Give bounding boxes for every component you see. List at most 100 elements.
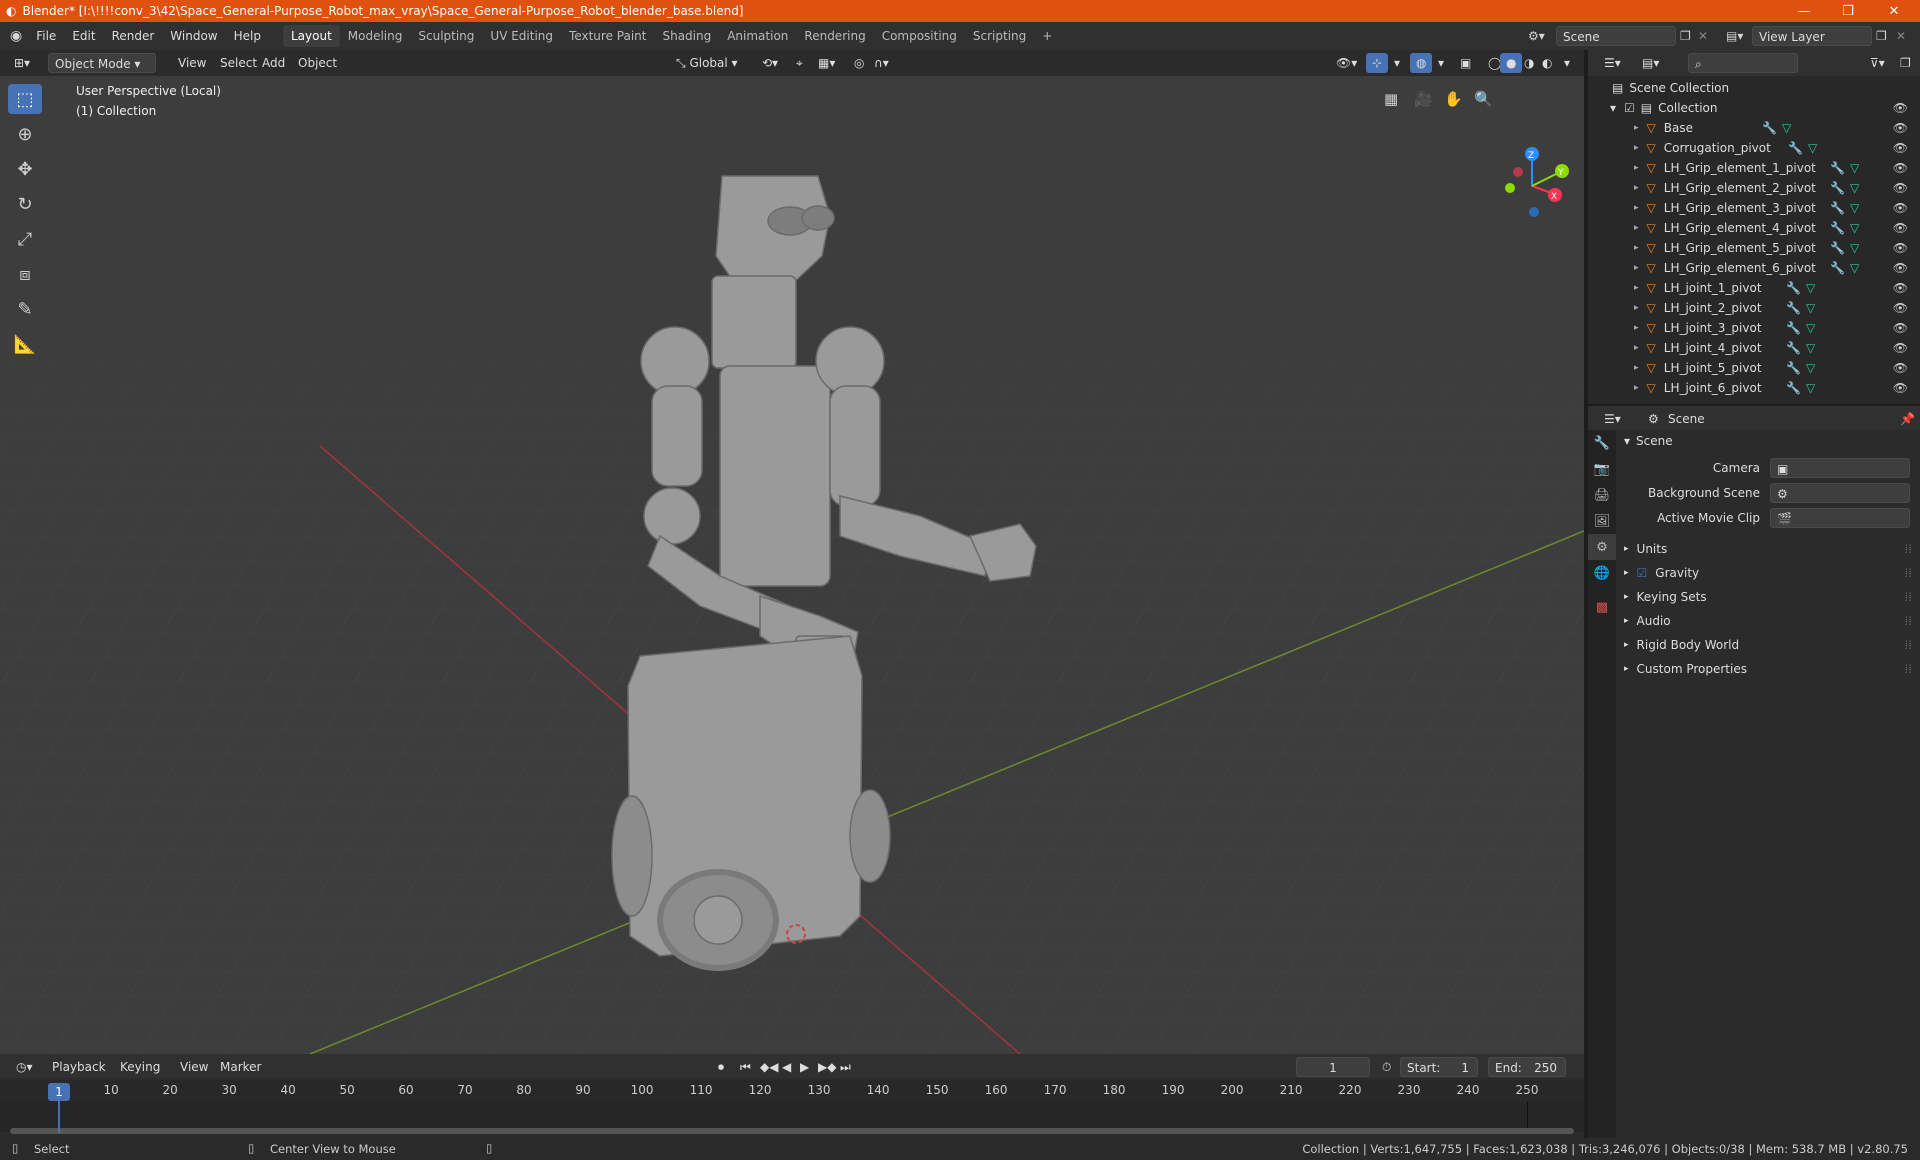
pan-view-icon[interactable]: ✋	[1444, 90, 1463, 108]
outliner-object-row[interactable]: ▸ ▽ LH_Grip_element_5_pivot 🔧 ▽ 👁	[1588, 238, 1920, 258]
visibility-eye-icon[interactable]: 👁	[1893, 141, 1908, 155]
pin-icon[interactable]: 📌	[1894, 409, 1920, 429]
menu-add[interactable]: Add	[256, 53, 291, 73]
end-frame-field[interactable]: End: 250	[1488, 1057, 1566, 1077]
pivot-point-icon[interactable]: ⟲▾	[756, 53, 784, 73]
drag-handle-icon[interactable]: ⁞⁞	[1904, 542, 1912, 556]
close-button[interactable]: ✕	[1874, 0, 1914, 22]
view-layer-icon[interactable]: ▤▾	[1726, 29, 1743, 43]
blender-menu-icon[interactable]: ◉	[10, 28, 22, 44]
display-mode-icon[interactable]: ▤▾	[1636, 53, 1665, 73]
drag-handle-icon[interactable]: ⁞⁞	[1904, 614, 1912, 628]
active-movie-clip-field[interactable]: 🎬	[1770, 508, 1910, 528]
mode-dropdown[interactable]: Object Mode ▾	[48, 53, 156, 73]
outliner-object-row[interactable]: ▸ ▽ Corrugation_pivot 🔧 ▽ 👁	[1588, 138, 1920, 158]
properties-editor-type-icon[interactable]: ☰▾	[1598, 409, 1627, 429]
visibility-eye-icon[interactable]: 👁	[1893, 221, 1908, 235]
menu-marker[interactable]: Marker	[214, 1057, 267, 1077]
output-tab-icon[interactable]: 🖨	[1588, 482, 1616, 508]
drag-handle-icon[interactable]: ⁞⁞	[1904, 638, 1912, 652]
rendered-shading-icon[interactable]: ◐	[1536, 53, 1558, 73]
properties-section-header[interactable]: ▸ ☑ Gravity ⁞⁞	[1616, 562, 1920, 584]
record-button[interactable]: ⏺	[712, 1057, 730, 1077]
properties-section-header[interactable]: ▸ Audio ⁞⁞	[1616, 610, 1920, 632]
expand-arrow-icon[interactable]: ▸	[1634, 363, 1639, 373]
scene-collection-row[interactable]: ▤ Scene Collection	[1588, 78, 1920, 98]
scene-tab-icon[interactable]: ⚙	[1588, 534, 1616, 560]
workspace-tab-uv-editing[interactable]: UV Editing	[482, 25, 561, 47]
workspace-tab-animation[interactable]: Animation	[719, 25, 796, 47]
menu-file[interactable]: File	[28, 25, 64, 47]
new-scene-icon[interactable]: ❐	[1680, 29, 1691, 43]
add-workspace-button[interactable]: +	[1034, 25, 1060, 47]
visibility-eye-icon[interactable]: 👁	[1893, 161, 1908, 175]
transform-tool-icon[interactable]: ⧈	[8, 259, 42, 289]
outliner-object-row[interactable]: ▸ ▽ LH_Grip_element_4_pivot 🔧 ▽ 👁	[1588, 218, 1920, 238]
outliner-object-row[interactable]: ▸ ▽ LH_joint_1_pivot 🔧 ▽ 👁	[1588, 278, 1920, 298]
visibility-eye-icon[interactable]: 👁	[1893, 101, 1908, 115]
shading-dropdown-icon[interactable]: ▾	[1558, 53, 1576, 73]
expand-collection-icon[interactable]: ▾	[1610, 101, 1616, 115]
visibility-eye-icon[interactable]: 👁	[1893, 301, 1908, 315]
drag-handle-icon[interactable]: ⁞⁞	[1904, 566, 1912, 580]
visibility-eye-icon[interactable]: 👁	[1893, 241, 1908, 255]
visibility-eye-icon[interactable]: 👁	[1893, 261, 1908, 275]
minimize-button[interactable]: —	[1784, 0, 1824, 22]
menu-window[interactable]: Window	[162, 25, 225, 47]
visibility-eye-icon[interactable]: 👁	[1893, 361, 1908, 375]
outliner-object-row[interactable]: ▸ ▽ LH_Grip_element_3_pivot 🔧 ▽ 👁	[1588, 198, 1920, 218]
annotate-tool-icon[interactable]: ✎	[8, 294, 42, 324]
view-layer-tab-icon[interactable]: 🖼	[1588, 508, 1616, 534]
properties-section-header[interactable]: ▸ Keying Sets ⁞⁞	[1616, 586, 1920, 608]
delete-view-layer-icon[interactable]: ✕	[1896, 29, 1906, 43]
workspace-tab-scripting[interactable]: Scripting	[965, 25, 1034, 47]
new-collection-icon[interactable]: ❐	[1894, 53, 1917, 73]
menu-view[interactable]: View	[172, 53, 212, 73]
workspace-tab-compositing[interactable]: Compositing	[874, 25, 965, 47]
overlays-dropdown-icon[interactable]: ▾	[1432, 53, 1450, 73]
scene-name-field[interactable]: Scene	[1556, 26, 1676, 46]
expand-arrow-icon[interactable]: ▸	[1634, 223, 1639, 233]
expand-arrow-icon[interactable]: ▸	[1634, 123, 1639, 133]
jump-end-button[interactable]: ⏭	[834, 1057, 857, 1077]
visibility-eye-icon[interactable]: 👁	[1893, 321, 1908, 335]
gravity-checkbox[interactable]: ☑	[1637, 566, 1648, 580]
zoom-view-icon[interactable]: 🔍	[1474, 90, 1493, 108]
outliner-editor-type-icon[interactable]: ☰▾	[1598, 53, 1627, 73]
rotate-tool-icon[interactable]: ↻	[8, 189, 42, 219]
expand-arrow-icon[interactable]: ▸	[1634, 183, 1639, 193]
preview-range-icon[interactable]: ⏱	[1376, 1057, 1397, 1077]
collection-checkbox[interactable]: ☑	[1624, 101, 1635, 115]
xray-toggle-icon[interactable]: ▣	[1454, 53, 1477, 73]
view-layer-field[interactable]: View Layer	[1752, 26, 1872, 46]
outliner-search-input[interactable]: ⌕	[1688, 53, 1798, 73]
workspace-tab-texture-paint[interactable]: Texture Paint	[561, 25, 654, 47]
expand-arrow-icon[interactable]: ▸	[1634, 343, 1639, 353]
3d-viewport[interactable]: Z X Y User Perspective (Local) (1) Colle…	[0, 76, 1584, 1054]
expand-arrow-icon[interactable]: ▸	[1634, 323, 1639, 333]
outliner-object-row[interactable]: ▸ ▽ LH_joint_6_pivot 🔧 ▽ 👁	[1588, 378, 1920, 398]
gizmo-toggle-icon[interactable]: ⊹	[1366, 53, 1389, 73]
start-frame-field[interactable]: Start: 1	[1400, 1057, 1478, 1077]
timeline-editor-type-icon[interactable]: ◷▾	[10, 1057, 39, 1077]
scale-tool-icon[interactable]: ⤢	[8, 224, 42, 254]
outliner-object-row[interactable]: ▸ ▽ LH_Grip_element_6_pivot 🔧 ▽ 👁	[1588, 258, 1920, 278]
toggle-camera-grid-icon[interactable]: ▦	[1384, 90, 1398, 108]
expand-arrow-icon[interactable]: ▸	[1634, 143, 1639, 153]
transform-orientation-dropdown[interactable]: ⤡ Global ▾	[670, 53, 746, 73]
playhead[interactable]: 1	[48, 1083, 70, 1101]
visibility-icon[interactable]: 👁▾	[1330, 53, 1363, 73]
new-view-layer-icon[interactable]: ❐	[1876, 29, 1887, 43]
expand-arrow-icon[interactable]: ▸	[1634, 203, 1639, 213]
menu-edit[interactable]: Edit	[64, 25, 103, 47]
properties-section-header[interactable]: ▸ Rigid Body World ⁞⁞	[1616, 634, 1920, 656]
snap-icon[interactable]: ⌖	[790, 53, 809, 73]
delete-scene-icon[interactable]: ✕	[1698, 29, 1708, 43]
expand-arrow-icon[interactable]: ▸	[1634, 303, 1639, 313]
measure-tool-icon[interactable]: 📐	[8, 329, 42, 359]
move-tool-icon[interactable]: ✥	[8, 154, 42, 184]
snap-target-icon[interactable]: ▦▾	[812, 53, 841, 73]
tool-tab-icon[interactable]: 🔧	[1588, 430, 1616, 456]
collection-row[interactable]: ▾ ☑ ▤ Collection 👁	[1588, 98, 1920, 118]
camera-field[interactable]: ▣	[1770, 458, 1910, 478]
